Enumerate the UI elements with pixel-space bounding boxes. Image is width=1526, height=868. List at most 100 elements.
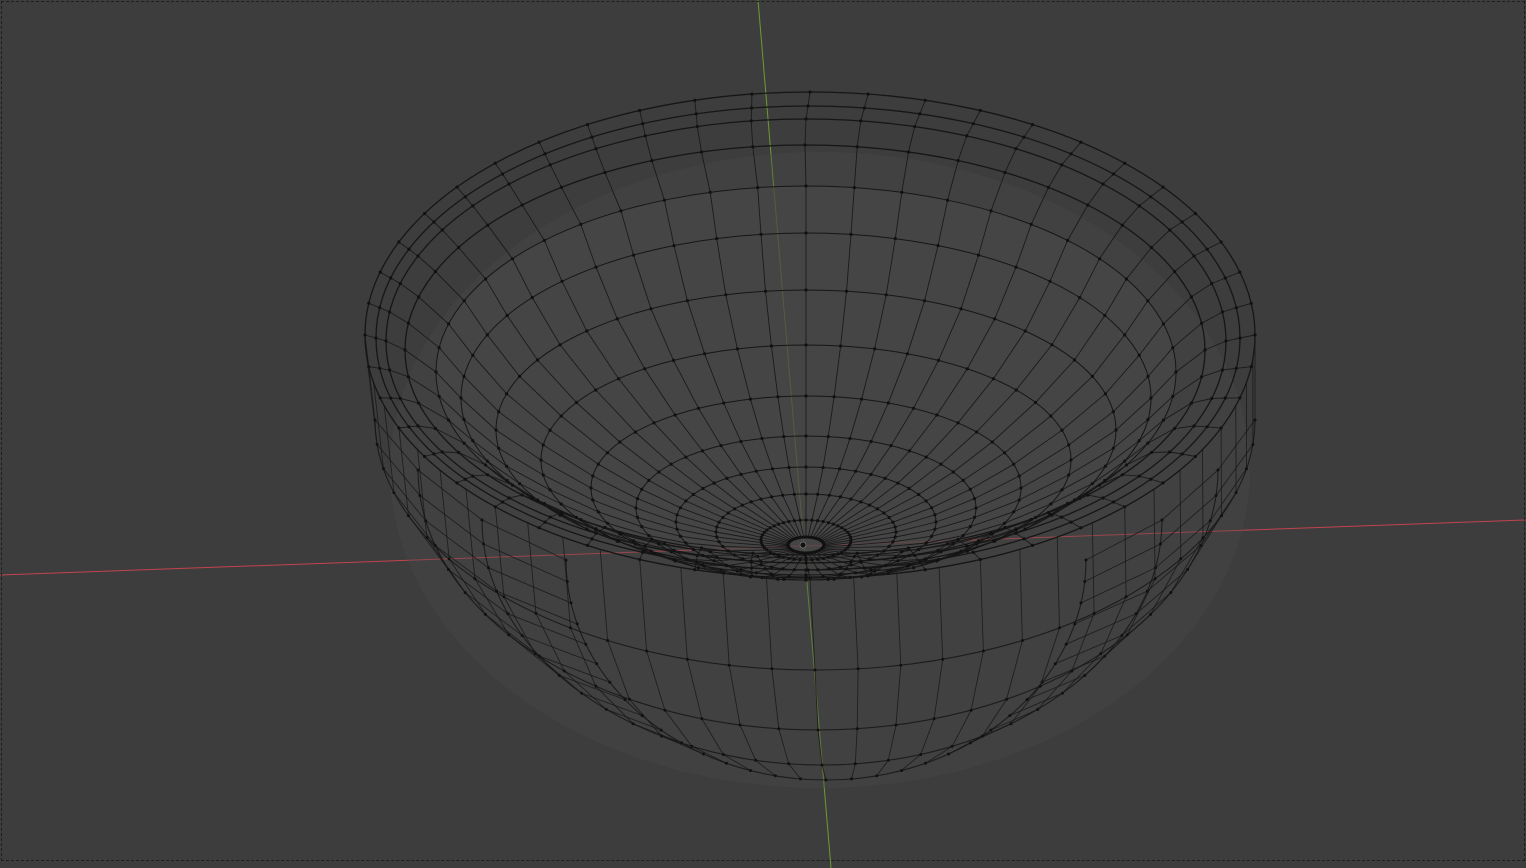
mesh-vertex	[913, 553, 917, 558]
mesh-vertex	[1154, 566, 1157, 570]
mesh-vertex	[584, 642, 588, 646]
mesh-vertex	[852, 186, 856, 190]
mesh-vertex	[1073, 622, 1077, 626]
mesh-vertex	[494, 428, 498, 432]
mesh-vertex	[1023, 527, 1027, 531]
mesh-vertex	[854, 469, 858, 473]
mesh-vertex	[854, 571, 858, 575]
mesh-vertex	[560, 279, 564, 283]
mesh-vertex	[1149, 396, 1153, 400]
mesh-vertex	[748, 575, 753, 579]
mesh-vertex	[579, 222, 583, 226]
mesh-vertex	[906, 150, 911, 154]
mesh-vertex	[893, 237, 897, 241]
mesh-vertex	[1192, 424, 1196, 428]
mesh-vertex	[1223, 276, 1227, 280]
mesh-vertex	[882, 511, 886, 515]
mesh-vertex	[1173, 426, 1177, 431]
mesh-vertex	[433, 269, 437, 274]
mesh-vertex	[765, 548, 769, 552]
mesh-vertex	[748, 397, 753, 401]
mesh-vertex	[1083, 580, 1087, 584]
mesh-vertex	[1038, 684, 1042, 688]
mesh-vertex	[803, 143, 807, 147]
mesh-vertex	[685, 299, 690, 303]
mesh-vertex	[719, 568, 723, 573]
mesh-vertex	[868, 557, 872, 561]
mesh-vertex	[1014, 527, 1018, 531]
mesh-vertex	[951, 470, 955, 474]
mesh-vertex	[869, 472, 873, 476]
mesh-vertex	[749, 500, 753, 504]
mesh-vertex	[507, 182, 511, 186]
mesh-vertex	[822, 542, 826, 546]
mesh-vertex	[649, 307, 653, 311]
mesh-vertex	[939, 462, 943, 466]
mesh-vertex	[635, 515, 640, 520]
mesh-vertex	[633, 542, 638, 546]
mesh-vertex	[946, 542, 950, 546]
mesh-vertex	[1234, 306, 1238, 310]
mesh-vertex	[631, 722, 635, 726]
mesh-vertex	[824, 778, 828, 782]
mesh-vertex	[633, 430, 638, 434]
mesh-vertex	[1171, 394, 1175, 398]
mesh-vertex	[721, 753, 725, 756]
mesh-vertex	[1103, 313, 1107, 318]
mesh-vertex	[1066, 238, 1070, 243]
mesh-vertex	[585, 329, 589, 333]
mesh-vertex	[537, 526, 541, 530]
mesh-vertex	[924, 455, 928, 459]
mesh-vertex	[647, 534, 651, 538]
mesh-vertex	[1111, 410, 1115, 414]
mesh-vertex	[826, 555, 831, 559]
mesh-vertex	[537, 654, 541, 658]
mesh-vertex	[497, 410, 501, 414]
mesh-vertex	[821, 556, 825, 561]
mesh-vertex	[603, 170, 607, 175]
mesh-vertex	[416, 254, 420, 258]
mesh-vertex	[798, 518, 802, 522]
mesh-vertex	[595, 662, 599, 666]
mesh-vertex	[1210, 281, 1214, 286]
mesh-vertex	[1029, 222, 1033, 226]
mesh-vertex	[580, 691, 584, 695]
viewport-scene[interactable]	[0, 0, 1526, 868]
mesh-vertex	[770, 573, 775, 577]
mesh-vertex	[933, 513, 937, 517]
mesh-vertex	[1014, 265, 1018, 269]
mesh-vertex	[804, 231, 808, 235]
mesh-vertex	[1124, 595, 1128, 599]
mesh-vertex	[1019, 486, 1023, 490]
mesh-vertex	[1137, 474, 1141, 478]
3d-viewport[interactable]	[0, 0, 1526, 868]
mesh-vertex	[936, 244, 940, 248]
mesh-vertex	[827, 567, 831, 571]
mesh-vertex	[712, 559, 716, 563]
mesh-vertex	[1114, 428, 1118, 432]
mesh-vertex	[1060, 428, 1064, 432]
mesh-vertex	[462, 441, 466, 445]
mesh-vertex	[936, 358, 941, 362]
mesh-vertex	[769, 344, 774, 348]
mesh-vertex	[1022, 135, 1026, 139]
mesh-vertex	[1251, 443, 1255, 446]
mesh-vertex	[900, 550, 904, 554]
mesh-vertex	[674, 520, 678, 524]
mesh-vertex	[1179, 557, 1183, 561]
mesh-vertex	[923, 98, 927, 102]
mesh-vertex	[804, 518, 808, 522]
mesh-vertex	[518, 374, 522, 378]
mesh-vertex	[1124, 463, 1128, 467]
mesh-vertex	[684, 499, 688, 503]
mesh-vertex	[1125, 633, 1129, 637]
bowl-mesh[interactable]	[363, 90, 1257, 788]
mesh-vertex	[693, 98, 697, 102]
mesh-vertex	[617, 377, 621, 381]
mesh-vertex	[502, 595, 506, 599]
mesh-vertex	[1023, 329, 1027, 333]
mesh-vertex	[1101, 182, 1105, 186]
mesh-vertex	[1079, 140, 1083, 144]
mesh-vertex	[862, 106, 867, 110]
mesh-vertex	[946, 198, 950, 202]
